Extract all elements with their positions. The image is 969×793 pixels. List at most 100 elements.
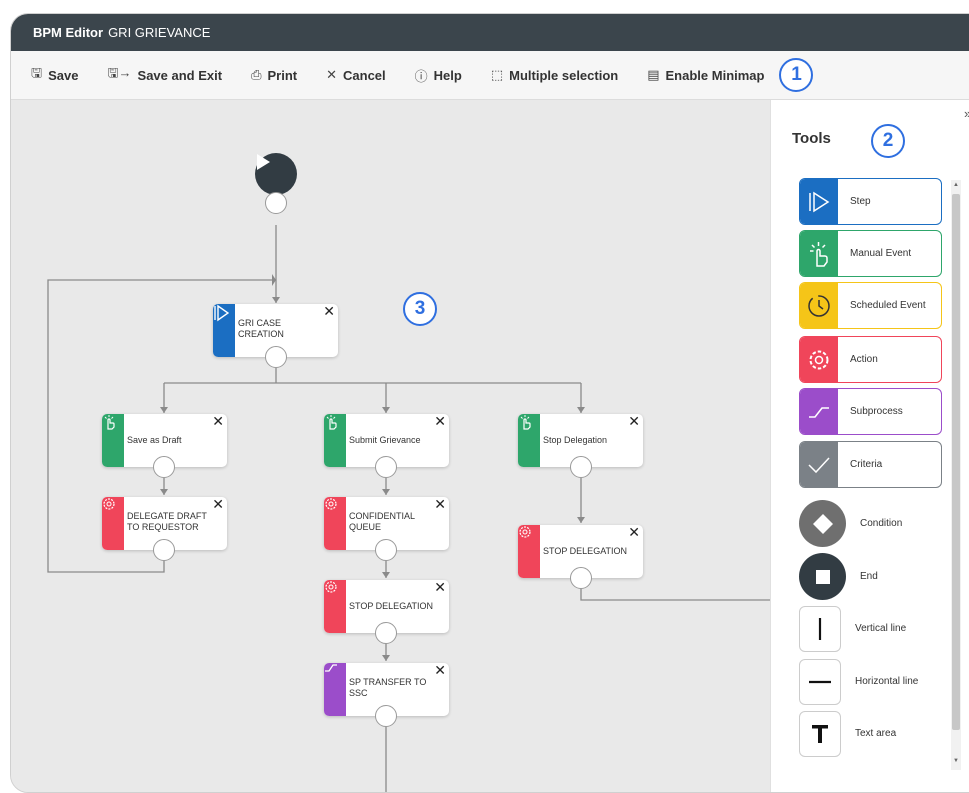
document-title: GRI GRIEVANCE	[108, 25, 211, 40]
gear-icon	[800, 337, 838, 382]
tool-condition[interactable]: Condition	[799, 500, 902, 547]
tools-scrollbar[interactable]: ▲ ▼	[951, 180, 961, 770]
subprocess-icon	[324, 663, 346, 716]
stop-square-icon	[799, 553, 846, 600]
close-icon[interactable]: ✕	[212, 497, 224, 511]
node-port[interactable]	[153, 456, 175, 478]
callout-badge-3: 3	[403, 292, 437, 326]
hand-pointer-icon	[518, 414, 540, 467]
multiple-selection-button[interactable]: ⬚ Multiple selection	[491, 67, 618, 83]
enable-minimap-label: Enable Minimap	[665, 67, 765, 83]
tool-step[interactable]: Step	[799, 178, 942, 225]
tool-scheduled-event[interactable]: Scheduled Event	[799, 282, 942, 329]
scroll-thumb[interactable]	[952, 194, 960, 730]
subprocess-icon	[800, 389, 838, 434]
save-button[interactable]: 🖫 Save	[31, 64, 78, 86]
enable-minimap-button[interactable]: ▤ Enable Minimap	[647, 67, 764, 83]
save-exit-icon: 🖫→	[107, 65, 132, 80]
scroll-up-icon[interactable]: ▲	[953, 182, 959, 188]
horizontal-line-icon	[799, 658, 841, 705]
node-port[interactable]	[375, 622, 397, 644]
close-icon: ✕	[326, 67, 338, 82]
tool-label: Horizontal line	[855, 676, 919, 687]
close-icon[interactable]: ✕	[434, 580, 446, 594]
tool-label: Vertical line	[855, 623, 907, 634]
node-port[interactable]	[153, 539, 175, 561]
save-and-exit-label: Save and Exit	[137, 67, 223, 83]
tools-title: Tools	[792, 130, 831, 147]
tool-label: Condition	[860, 518, 903, 529]
help-icon: ⓘ	[414, 68, 428, 84]
gear-icon	[102, 497, 124, 550]
tool-label: Action	[850, 354, 878, 365]
help-label: Help	[433, 67, 462, 83]
workflow-canvas[interactable]: GRI CASE CREATION ✕ Save as Draft ✕ Subm…	[11, 100, 770, 792]
selection-cursor-icon: ⬚	[490, 67, 504, 82]
save-icon: 🖫	[31, 65, 43, 80]
callout-badge-2: 2	[871, 124, 905, 158]
hand-pointer-icon	[800, 231, 838, 276]
multiple-selection-label: Multiple selection	[509, 67, 619, 83]
gear-icon	[324, 497, 346, 550]
cancel-label: Cancel	[343, 67, 386, 83]
save-and-exit-button[interactable]: 🖫→ Save and Exit	[107, 64, 222, 86]
tool-action[interactable]: Action	[799, 336, 942, 383]
close-icon[interactable]: ✕	[212, 414, 224, 428]
start-node[interactable]	[255, 153, 297, 195]
vertical-line-icon	[799, 605, 841, 652]
start-port[interactable]	[265, 192, 287, 214]
close-icon[interactable]: ✕	[434, 497, 446, 511]
callout-badge-1: 1	[779, 58, 814, 92]
tool-manual-event[interactable]: Manual Event	[799, 230, 942, 277]
tool-criteria[interactable]: Criteria	[799, 441, 942, 488]
tool-label: Scheduled Event	[850, 300, 926, 311]
tool-label: Manual Event	[850, 248, 912, 259]
close-icon[interactable]: ✕	[323, 304, 335, 318]
title-bar: BPM Editor GRI GRIEVANCE	[11, 14, 969, 51]
toolbar: 🖫 Save 🖫→ Save and Exit ⎙ Print ✕ Cancel…	[11, 51, 969, 100]
tool-subprocess[interactable]: Subprocess	[799, 388, 942, 435]
gear-icon	[324, 580, 346, 633]
close-icon[interactable]: ✕	[434, 663, 446, 677]
save-label: Save	[48, 67, 79, 83]
hand-pointer-icon	[324, 414, 346, 467]
close-icon[interactable]: ✕	[434, 414, 446, 428]
print-label: Print	[267, 67, 298, 83]
tool-label: End	[860, 571, 878, 582]
tool-horizontal-line[interactable]: Horizontal line	[799, 658, 918, 705]
node-port[interactable]	[375, 539, 397, 561]
node-port[interactable]	[570, 567, 592, 589]
hand-pointer-icon	[102, 414, 124, 467]
tool-text-area[interactable]: Text area	[799, 710, 896, 757]
play-icon	[257, 154, 270, 170]
app-title: BPM Editor	[33, 25, 104, 40]
tools-panel: » Tools 2 Step Manual Event Scheduled Ev…	[770, 100, 969, 792]
scroll-down-icon[interactable]: ▼	[953, 758, 959, 764]
step-icon	[800, 179, 838, 224]
node-port[interactable]	[570, 456, 592, 478]
checkmark-icon	[800, 442, 838, 487]
text-t-icon	[799, 710, 841, 757]
step-icon	[213, 304, 235, 357]
clock-icon	[800, 283, 838, 328]
tool-label: Criteria	[850, 459, 883, 470]
tool-label: Subprocess	[850, 406, 903, 417]
tool-end[interactable]: End	[799, 553, 878, 600]
bpm-editor-window: BPM Editor GRI GRIEVANCE 🖫 Save 🖫→ Save …	[10, 13, 969, 793]
node-port[interactable]	[375, 705, 397, 727]
tool-vertical-line[interactable]: Vertical line	[799, 605, 906, 652]
tool-label: Text area	[855, 728, 897, 739]
close-icon[interactable]: ✕	[628, 525, 640, 539]
diamond-icon	[799, 500, 846, 547]
minimap-icon: ▤	[647, 67, 660, 82]
node-port[interactable]	[265, 346, 287, 368]
collapse-panel-icon[interactable]: »	[964, 106, 969, 121]
gear-icon	[518, 525, 540, 578]
node-port[interactable]	[375, 456, 397, 478]
print-button[interactable]: ⎙ Print	[251, 67, 297, 83]
tool-label: Step	[850, 196, 871, 207]
print-icon: ⎙	[251, 67, 262, 82]
help-button[interactable]: ⓘ Help	[415, 66, 462, 85]
cancel-button[interactable]: ✕ Cancel	[326, 67, 386, 83]
close-icon[interactable]: ✕	[628, 414, 640, 428]
